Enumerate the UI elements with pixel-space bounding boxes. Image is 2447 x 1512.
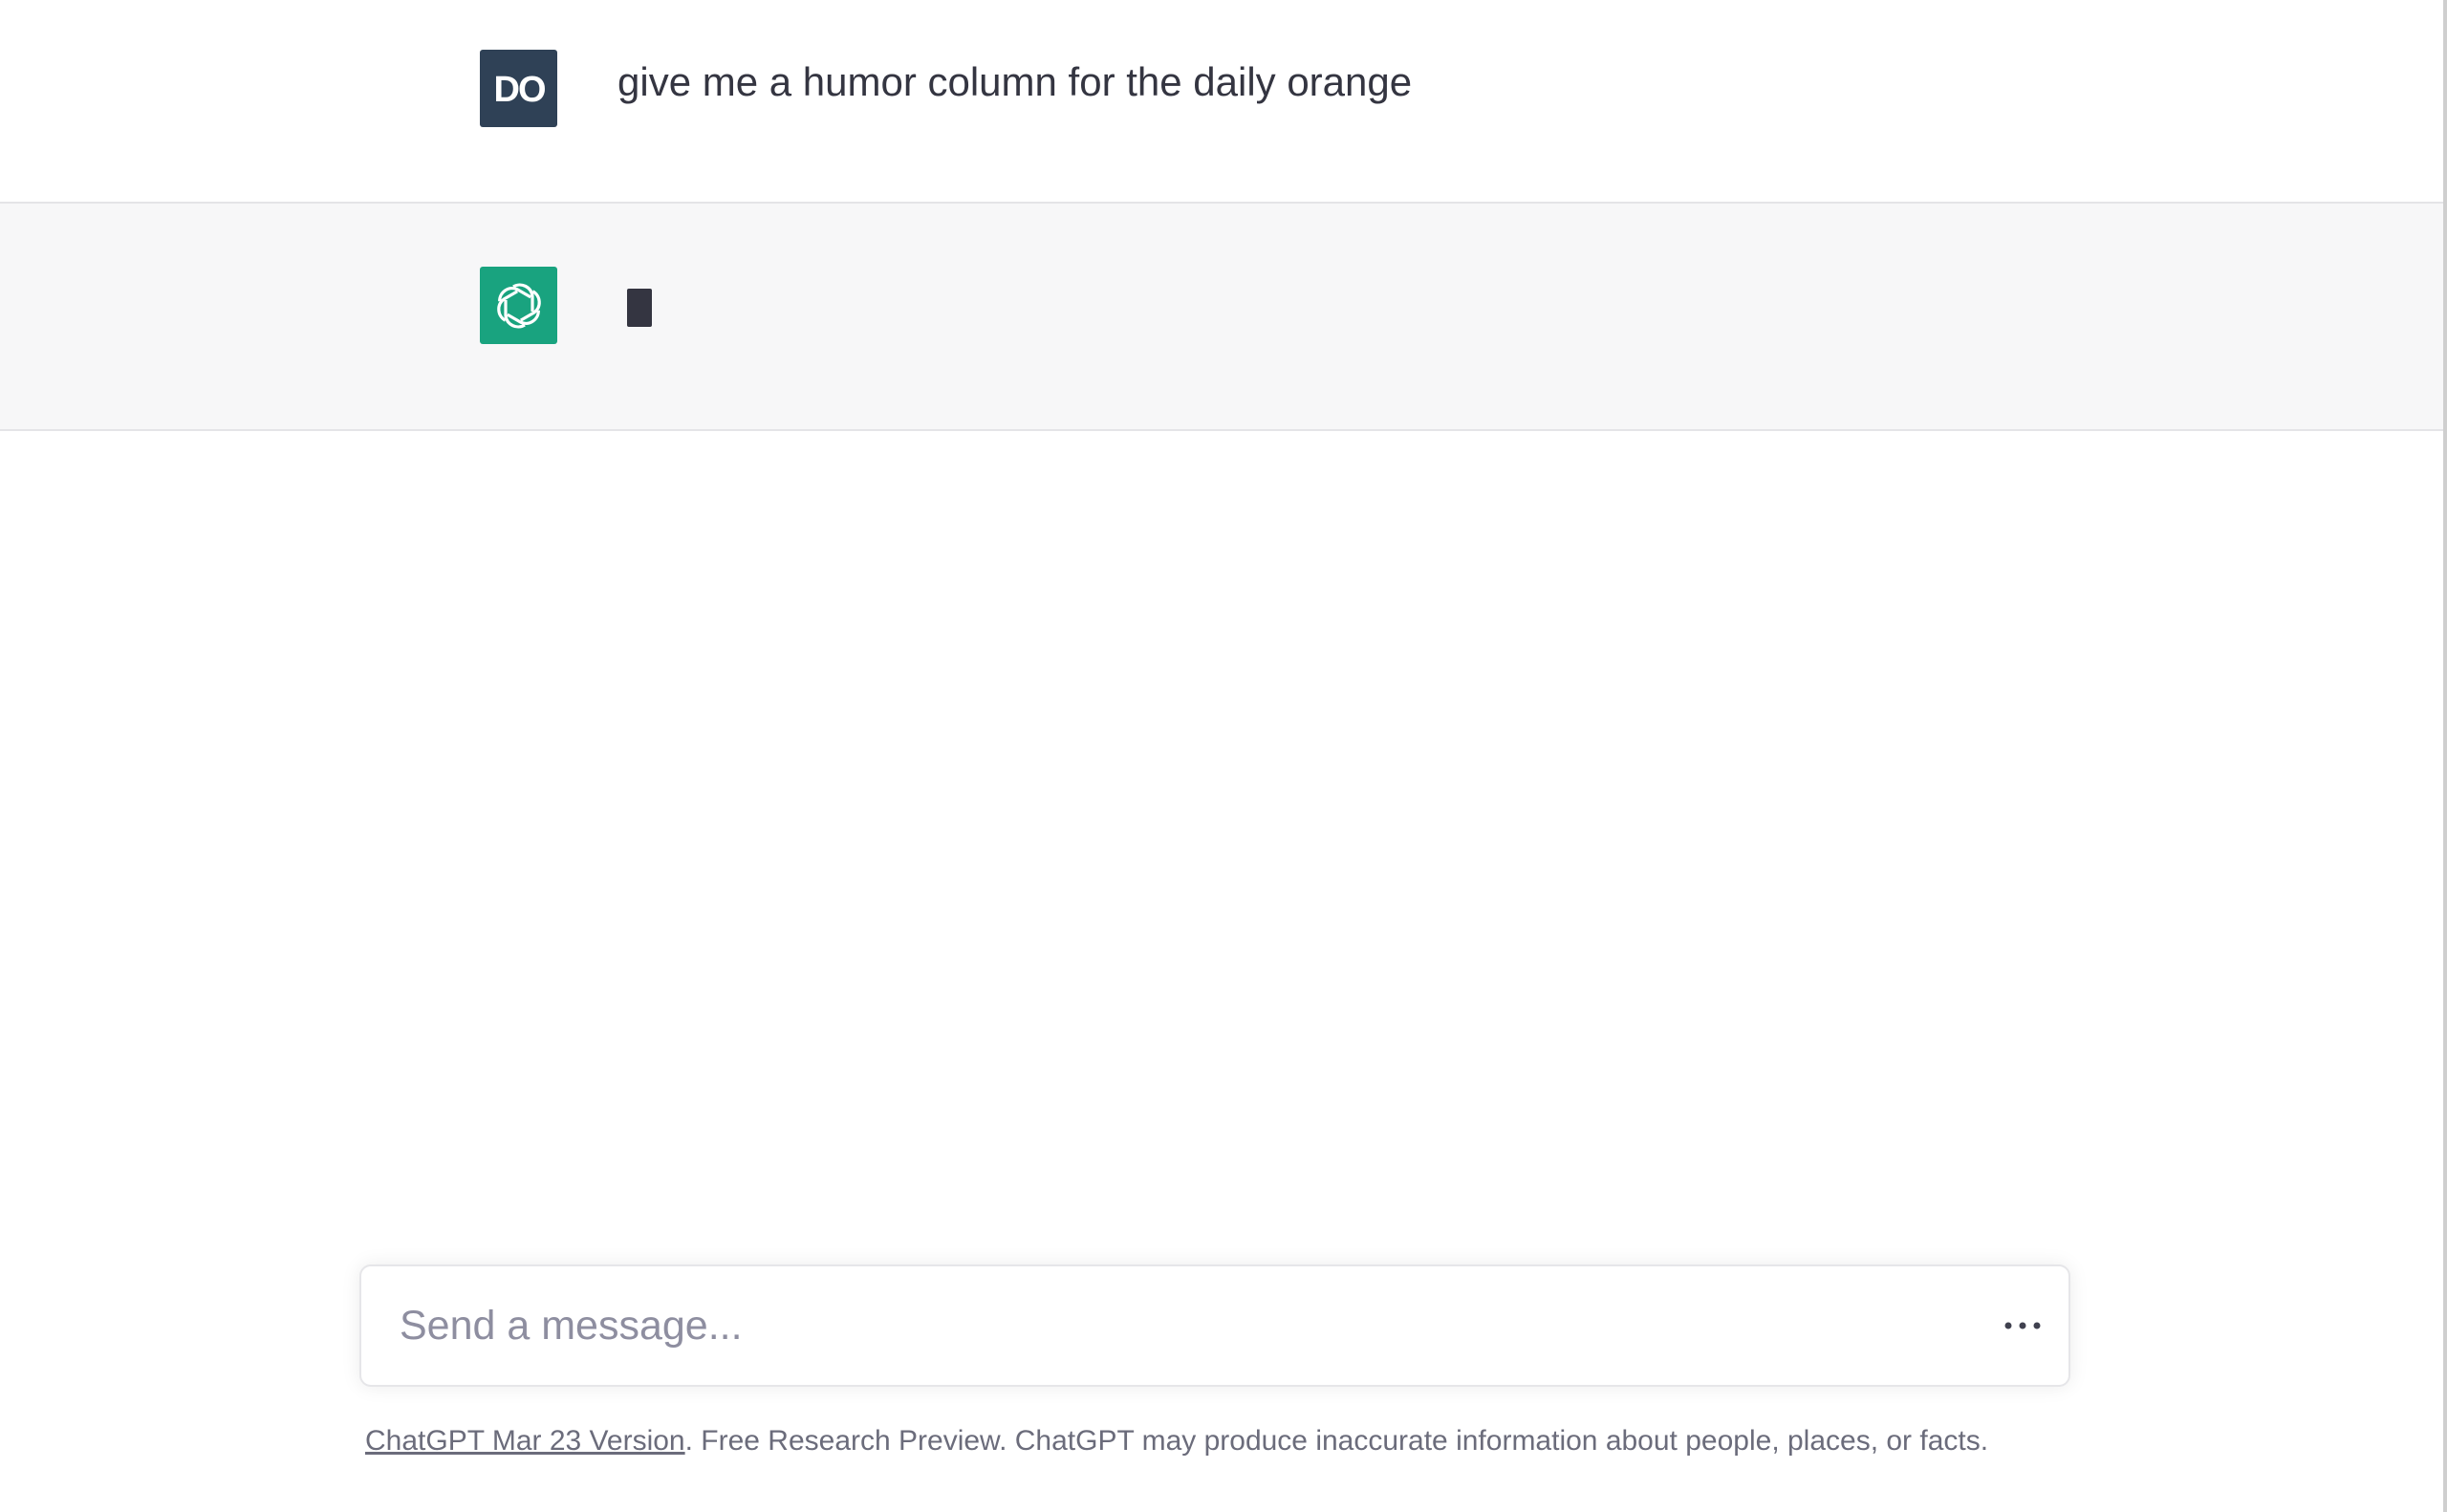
openai-logo-icon [496, 282, 541, 329]
svg-text:DO: DO [493, 70, 544, 108]
user-message-row: DO give me a humor column for the daily … [0, 0, 2443, 204]
user-avatar: DO [480, 50, 557, 127]
user-message-text: give me a humor column for the daily ora… [617, 59, 1413, 104]
conversation-panel: DO give me a humor column for the daily … [0, 0, 2443, 1512]
message-composer [359, 1264, 2070, 1387]
user-avatar-initials-icon: DO [493, 70, 546, 108]
assistant-message-row [0, 204, 2443, 431]
ellipsis-icon [2004, 1322, 2041, 1329]
more-options-button[interactable] [1996, 1307, 2049, 1345]
chat-app: DO give me a humor column for the daily … [0, 0, 2447, 1512]
scrollbar-edge [2443, 0, 2447, 1512]
message-input[interactable] [400, 1291, 1929, 1360]
typing-cursor [627, 289, 652, 327]
disclaimer-text: . Free Research Preview. ChatGPT may pro… [684, 1425, 1989, 1457]
footer-disclaimer: ChatGPT Mar 23 Version. Free Research Pr… [365, 1422, 2086, 1460]
assistant-avatar [480, 267, 557, 344]
version-link[interactable]: ChatGPT Mar 23 Version [365, 1425, 685, 1457]
